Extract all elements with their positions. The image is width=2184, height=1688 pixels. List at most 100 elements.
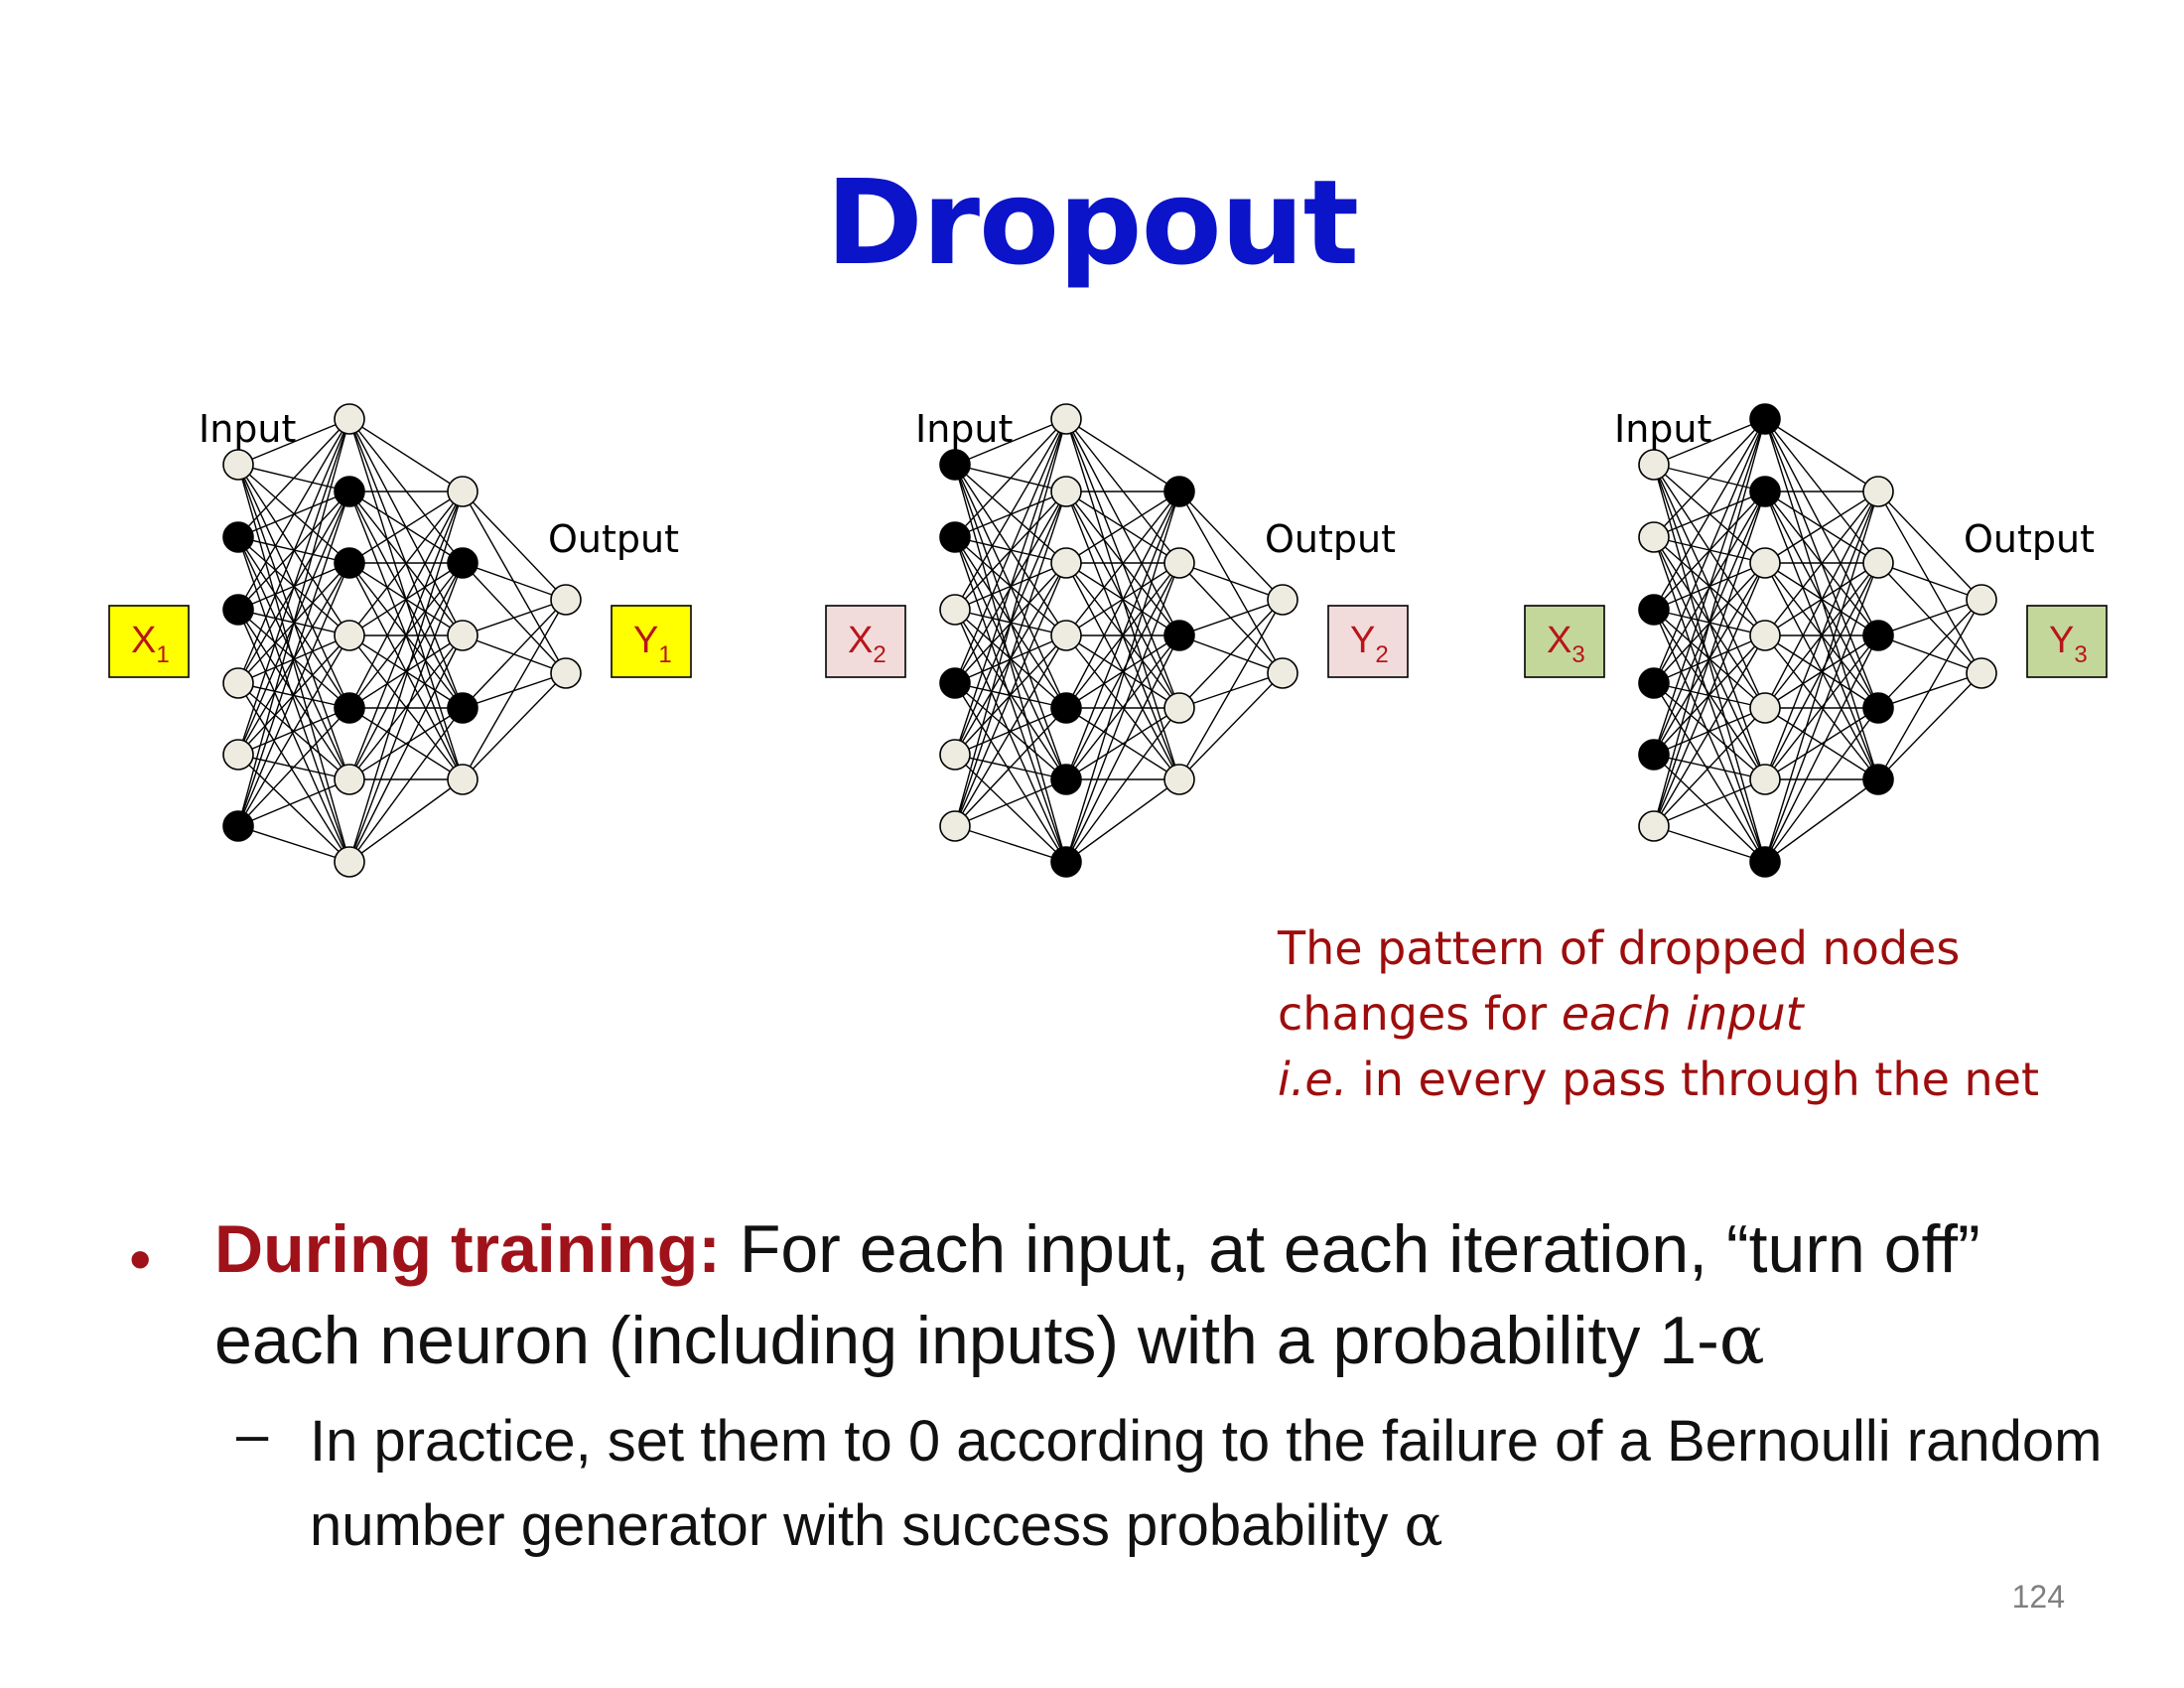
connection xyxy=(1178,599,1284,636)
active-neuron xyxy=(1862,476,1894,507)
bullet-marker: • xyxy=(129,1223,152,1295)
active-neuron xyxy=(1749,764,1781,795)
dropped-neuron xyxy=(447,692,478,724)
note-line-1: The pattern of dropped nodes xyxy=(1278,921,1961,975)
dropped-neuron xyxy=(1749,403,1781,435)
connection xyxy=(1653,825,1766,863)
active-neuron xyxy=(1163,764,1195,795)
dropped-neuron xyxy=(334,692,365,724)
dropped-neuron xyxy=(334,476,365,507)
connection xyxy=(348,707,464,863)
active-neuron xyxy=(1638,521,1670,553)
dropped-neuron xyxy=(1862,692,1894,724)
connection xyxy=(1065,418,1180,492)
active-neuron xyxy=(1050,403,1082,435)
dropped-neuron xyxy=(1050,846,1082,878)
connection xyxy=(237,682,350,863)
connection xyxy=(1065,634,1180,863)
input-label: Input xyxy=(1614,407,1711,451)
connection xyxy=(1764,634,1879,863)
output-label: Output xyxy=(1265,517,1396,561)
dropped-neuron xyxy=(1638,667,1670,699)
active-neuron xyxy=(1267,584,1298,616)
connection xyxy=(1877,562,1982,601)
active-neuron xyxy=(1862,547,1894,579)
active-neuron xyxy=(447,476,478,507)
connection xyxy=(1764,562,1879,863)
active-neuron xyxy=(1966,657,1997,689)
dropped-neuron xyxy=(1862,764,1894,795)
dropped-neuron xyxy=(447,547,478,579)
active-neuron xyxy=(1267,657,1298,689)
active-neuron xyxy=(222,667,254,699)
active-neuron xyxy=(1050,547,1082,579)
sub-bullet-alpha: α xyxy=(1404,1491,1443,1559)
connection xyxy=(348,634,464,863)
sub-bullet-marker: – xyxy=(236,1402,269,1467)
connection xyxy=(1065,707,1180,863)
connection xyxy=(954,825,1067,863)
slide: Dropout Input Output X1 Y1 Input Output X2 Y2 In… xyxy=(0,0,2184,1688)
connection xyxy=(1877,599,1982,709)
active-neuron xyxy=(1749,692,1781,724)
active-neuron xyxy=(1749,547,1781,579)
active-neuron xyxy=(447,620,478,651)
network-3: InputOutputX3 Y3 xyxy=(1524,403,2108,878)
dropped-neuron xyxy=(1163,476,1195,507)
dropped-neuron xyxy=(939,667,971,699)
active-neuron xyxy=(222,739,254,771)
sub-bullet: In practice, set them to 0 according to … xyxy=(310,1400,2136,1568)
connection xyxy=(1877,599,1982,636)
dropped-neuron xyxy=(334,547,365,579)
connection xyxy=(1764,418,1879,492)
network-2: InputOutputX2 Y2 xyxy=(825,403,1409,878)
bullet-main-lead: During training: xyxy=(214,1211,721,1287)
connection xyxy=(237,825,350,863)
connection xyxy=(462,562,567,601)
note-line-2-prefix: changes for xyxy=(1278,987,1562,1041)
connection xyxy=(1065,778,1180,863)
output-label: Output xyxy=(1964,517,2095,561)
dropped-neuron xyxy=(1638,594,1670,626)
active-neuron xyxy=(939,739,971,771)
active-neuron xyxy=(939,594,971,626)
active-neuron xyxy=(1749,620,1781,651)
network-1-connections xyxy=(237,418,567,863)
dropped-neuron xyxy=(222,594,254,626)
dropped-neuron xyxy=(1749,476,1781,507)
active-neuron xyxy=(334,764,365,795)
connection xyxy=(1764,778,1879,863)
active-neuron xyxy=(447,764,478,795)
dropped-neuron xyxy=(1638,739,1670,771)
dropped-neuron xyxy=(222,521,254,553)
connection xyxy=(462,599,567,636)
active-neuron xyxy=(1163,692,1195,724)
dropped-neuron xyxy=(222,810,254,842)
network-1: InputOutputX1 Y1 xyxy=(108,403,692,878)
connection xyxy=(1764,707,1879,863)
dropped-neuron xyxy=(1749,846,1781,878)
network-2-connections xyxy=(954,418,1284,863)
connection xyxy=(348,562,464,863)
bullet-main: During training: For each input, at each… xyxy=(214,1203,2120,1387)
note-line-3-italic: i.e. xyxy=(1278,1053,1348,1106)
active-neuron xyxy=(334,846,365,878)
dropped-neuron xyxy=(1862,620,1894,651)
input-label: Input xyxy=(199,407,296,451)
input-label: Input xyxy=(915,407,1013,451)
connection xyxy=(1653,682,1766,863)
note-line-2: changes for each input xyxy=(1278,981,2151,1047)
connection xyxy=(1065,562,1180,863)
connection xyxy=(1178,562,1284,601)
dropout-note: The pattern of dropped nodes changes for… xyxy=(1278,915,2151,1112)
dropped-neuron xyxy=(939,521,971,553)
dropped-neuron xyxy=(1050,692,1082,724)
dropped-neuron xyxy=(939,449,971,481)
output-label: Output xyxy=(548,517,679,561)
connection xyxy=(462,599,567,709)
connection xyxy=(1178,599,1284,709)
page-number: 124 xyxy=(2011,1579,2065,1615)
active-neuron xyxy=(334,620,365,651)
active-neuron xyxy=(1966,584,1997,616)
active-neuron xyxy=(550,584,582,616)
